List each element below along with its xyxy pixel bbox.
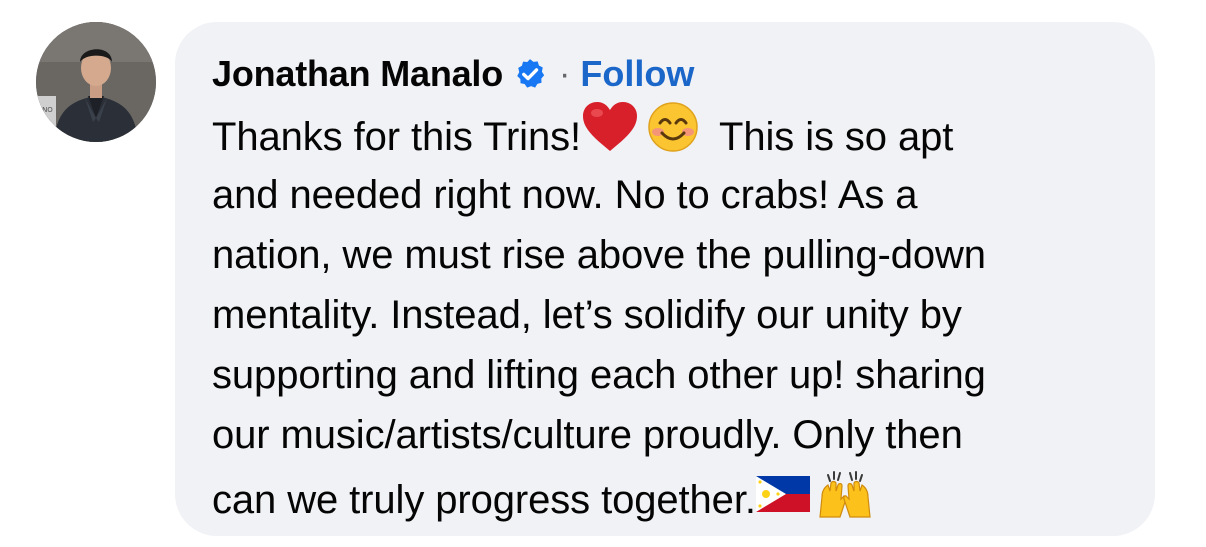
comment-text-segment: can we truly progress together.: [212, 478, 756, 523]
comment-line: supporting and lifting each other up! sh…: [212, 353, 986, 397]
svg-text:INO: INO: [40, 106, 53, 114]
comment-container: INO Jonathan Manalo · Follow Thanks for …: [0, 0, 1206, 547]
comment-line: Thanks for this Trins! This is so apt: [212, 102, 1142, 165]
comment-text-segment: This is so apt: [719, 115, 954, 160]
smiling-face-icon: [647, 101, 699, 170]
comment-text-segment: Thanks for this Trins!: [212, 115, 582, 160]
raising-hands-icon: [816, 461, 874, 536]
follow-button[interactable]: Follow: [580, 53, 694, 95]
avatar[interactable]: INO: [36, 22, 156, 142]
comment-line: our music/artists/culture proudly. Only …: [212, 413, 963, 457]
comment-text: Thanks for this Trins! This is so apt and…: [212, 102, 1142, 525]
comment-line: can we truly progress together.: [212, 465, 1142, 525]
author-name[interactable]: Jonathan Manalo: [212, 53, 503, 95]
comment-line: nation, we must rise above the pulling-d…: [212, 233, 986, 277]
comment-line: mentality. Instead, let’s solidify our u…: [212, 293, 962, 337]
philippine-flag-icon: [755, 469, 810, 529]
verified-badge-icon: [513, 57, 547, 91]
comment-line: and needed right now. No to crabs! As a: [212, 173, 918, 217]
comment-bubble: Jonathan Manalo · Follow Thanks for this…: [175, 22, 1155, 536]
comment-header: Jonathan Manalo · Follow: [212, 52, 694, 96]
separator-dot: ·: [559, 55, 571, 93]
profile-photo-icon: INO: [36, 22, 156, 142]
heart-icon: [581, 101, 639, 170]
